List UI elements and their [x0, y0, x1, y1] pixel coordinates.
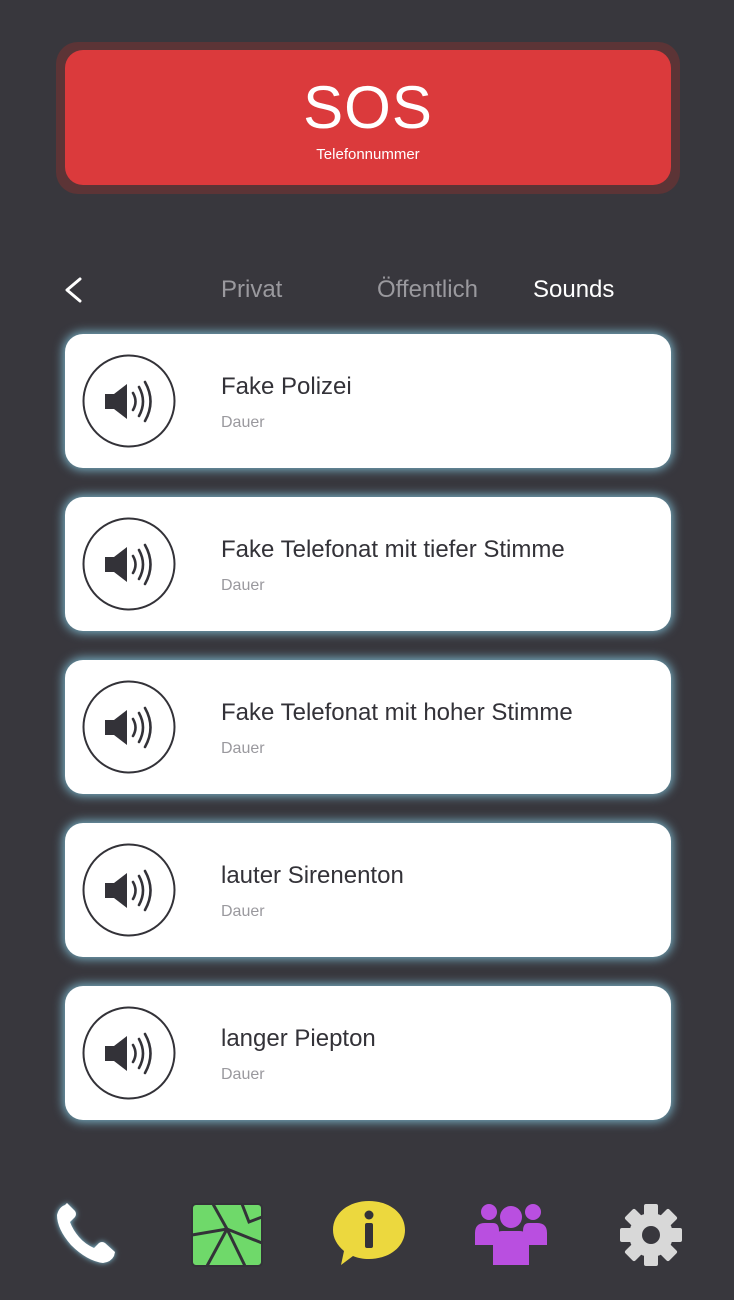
speaker-icon — [82, 517, 176, 611]
sound-duration: Dauer — [221, 414, 265, 431]
sound-title: lauter Sirenenton — [221, 862, 404, 889]
sos-title: SOS — [303, 74, 433, 141]
tab-bar: Privat Öffentlich Sounds — [0, 270, 734, 310]
bottom-navigation — [0, 1195, 734, 1275]
gear-icon[interactable] — [611, 1195, 691, 1275]
sound-card-sirenenton[interactable]: lauter Sirenenton Dauer — [65, 823, 671, 957]
speaker-icon — [82, 843, 176, 937]
sound-title: Fake Polizei — [221, 373, 352, 400]
back-arrow-icon[interactable] — [58, 274, 90, 306]
sound-title: Fake Telefonat mit hoher Stimme — [221, 699, 573, 726]
sound-card-fake-telefonat-tief[interactable]: Fake Telefonat mit tiefer Stimme Dauer — [65, 497, 671, 631]
map-icon[interactable] — [187, 1195, 267, 1275]
speaker-icon — [82, 1006, 176, 1100]
sound-duration: Dauer — [221, 903, 265, 920]
sos-button[interactable]: SOS Telefonnummer — [65, 50, 671, 185]
sound-duration: Dauer — [221, 1066, 265, 1083]
sound-duration: Dauer — [221, 740, 265, 757]
tab-sounds[interactable]: Sounds — [533, 276, 614, 304]
speaker-icon — [82, 354, 176, 448]
phone-icon[interactable] — [45, 1195, 125, 1275]
sound-title: langer Piepton — [221, 1025, 376, 1052]
sos-subtitle: Telefonnummer — [316, 146, 420, 163]
sound-duration: Dauer — [221, 577, 265, 594]
info-icon[interactable] — [329, 1195, 409, 1275]
tab-privat[interactable]: Privat — [221, 276, 282, 304]
sound-card-fake-telefonat-hoch[interactable]: Fake Telefonat mit hoher Stimme Dauer — [65, 660, 671, 794]
group-icon[interactable] — [471, 1195, 551, 1275]
sound-title: Fake Telefonat mit tiefer Stimme — [221, 536, 565, 563]
sound-card-fake-polizei[interactable]: Fake Polizei Dauer — [65, 334, 671, 468]
sound-card-piepton[interactable]: langer Piepton Dauer — [65, 986, 671, 1120]
speaker-icon — [82, 680, 176, 774]
tab-oeffentlich[interactable]: Öffentlich — [377, 276, 478, 304]
